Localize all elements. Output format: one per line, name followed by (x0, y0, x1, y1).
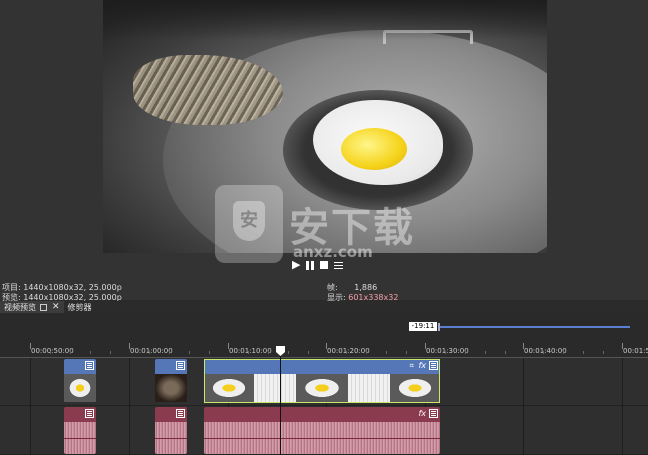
video-clip[interactable] (64, 359, 96, 403)
close-icon[interactable]: ✕ (52, 302, 60, 312)
video-preview-frame (103, 0, 547, 253)
frame-shadow (103, 0, 547, 40)
clip-thumbnail (348, 374, 390, 402)
clip-menu-icon[interactable] (429, 409, 438, 418)
video-clip[interactable] (155, 359, 187, 403)
ruler-label: 00:01:10:00 (229, 347, 272, 355)
clip-header[interactable] (204, 407, 440, 422)
clip-header[interactable] (204, 359, 440, 374)
audio-waveform (204, 422, 440, 454)
audio-clip[interactable] (155, 407, 187, 454)
ruler-label: 00:01:50 (623, 347, 648, 355)
fx-icon[interactable]: fx (418, 409, 426, 418)
clip-thumbnail (254, 374, 296, 402)
audio-waveform (64, 422, 96, 454)
zoom-slider[interactable] (438, 323, 630, 331)
tab-label: 修剪器 (67, 302, 92, 312)
tab-label: 视频预览 (4, 302, 36, 312)
clip-thumbnail (155, 374, 187, 402)
clip-menu-icon[interactable] (85, 409, 94, 418)
ruler-label: 00:01:30:00 (426, 347, 469, 355)
clip-thumbnail (296, 374, 348, 402)
playhead-line[interactable] (280, 356, 281, 455)
clip-menu-icon[interactable] (85, 361, 94, 370)
stop-icon[interactable] (320, 261, 329, 269)
menu-icon[interactable] (334, 261, 344, 269)
clip-thumbnail (204, 374, 254, 402)
timeline-panel: -19:11 00:00:50:00 00:01:00:00 00:01:10:… (0, 313, 648, 455)
play-icon[interactable]: ▶ (292, 259, 300, 271)
tab-video-preview[interactable]: 视频预览 ✕ (0, 301, 64, 313)
timeline-ruler[interactable]: 00:00:50:00 00:01:00:00 00:01:10:00 00:0… (0, 343, 648, 358)
frame-value: 1,886 (354, 283, 378, 292)
project-label: 项目: (2, 283, 21, 292)
egg-yolk-image (341, 128, 407, 170)
time-display: -19:11 (409, 322, 437, 331)
frame-label: 帧: (327, 283, 338, 292)
audio-clip[interactable]: fx (204, 407, 440, 454)
video-clip-selected[interactable]: ⌗ fx (204, 359, 440, 403)
crop-icon[interactable]: ⌗ (409, 361, 414, 371)
clip-thumbnail (390, 374, 440, 402)
fx-icon[interactable]: fx (418, 361, 426, 370)
tab-trimmer[interactable]: 修剪器 (64, 301, 96, 313)
project-value: 1440x1080x32, 25.000p (23, 283, 122, 292)
ruler-label: 00:01:00:00 (130, 347, 173, 355)
ruler-label: 00:01:40:00 (524, 347, 567, 355)
clip-menu-icon[interactable] (429, 361, 438, 370)
transport-controls: ▶ (292, 258, 344, 272)
panel-tabs: 视频预览 ✕ 修剪器 (0, 301, 648, 313)
undock-icon[interactable] (40, 303, 47, 311)
pause-icon[interactable] (306, 260, 315, 270)
audio-waveform (155, 422, 187, 454)
clip-thumbnail (64, 374, 96, 402)
clip-menu-icon[interactable] (176, 409, 185, 418)
clip-menu-icon[interactable] (176, 361, 185, 370)
ruler-label: 00:00:50:00 (31, 347, 74, 355)
ruler-label: 00:01:20:00 (327, 347, 370, 355)
video-preview-panel: 安 安下载 anxz.com ▶ 项目: 1440x1080x32, 25.00… (0, 0, 648, 302)
audio-clip[interactable] (64, 407, 96, 454)
